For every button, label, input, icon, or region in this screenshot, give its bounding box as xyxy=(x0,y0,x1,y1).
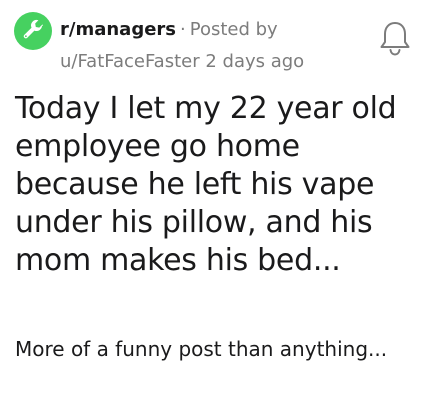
post-card: r/managers · Posted by u/FatFaceFaster 2 d… xyxy=(0,0,430,403)
post-meta-line: r/managers · Posted by xyxy=(60,16,278,44)
wrench-icon xyxy=(23,19,43,39)
post-time: 2 days ago xyxy=(205,51,305,72)
post-header: r/managers · Posted by u/FatFaceFaster 2 d… xyxy=(14,12,424,76)
author-link[interactable]: u/FatFaceFaster xyxy=(60,51,200,72)
posted-by-label: Posted by xyxy=(189,19,278,40)
subreddit-link[interactable]: r/managers xyxy=(60,19,176,40)
post-body: More of a funny post than anything... xyxy=(15,337,388,361)
meta-separator: · xyxy=(180,19,186,40)
notification-button[interactable] xyxy=(378,20,412,58)
post-title[interactable]: Today I let my 22 year old employee go h… xyxy=(15,90,420,280)
subreddit-avatar[interactable] xyxy=(14,12,52,50)
author-time-line: u/FatFaceFaster 2 days ago xyxy=(60,48,304,76)
bell-icon xyxy=(380,22,410,56)
